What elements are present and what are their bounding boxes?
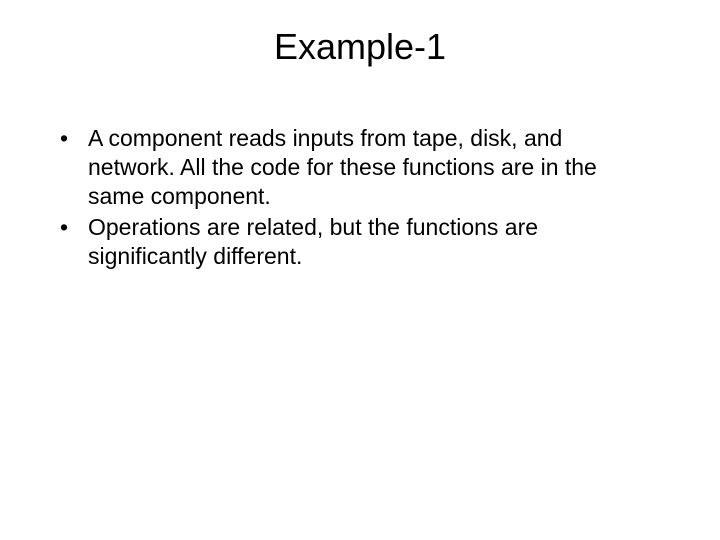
slide-title: Example-1: [30, 26, 690, 68]
bullet-list: A component reads inputs from tape, disk…: [30, 124, 690, 271]
bullet-item: A component reads inputs from tape, disk…: [60, 124, 630, 210]
bullet-item: Operations are related, but the function…: [60, 213, 630, 271]
slide-container: Example-1 A component reads inputs from …: [0, 0, 720, 540]
